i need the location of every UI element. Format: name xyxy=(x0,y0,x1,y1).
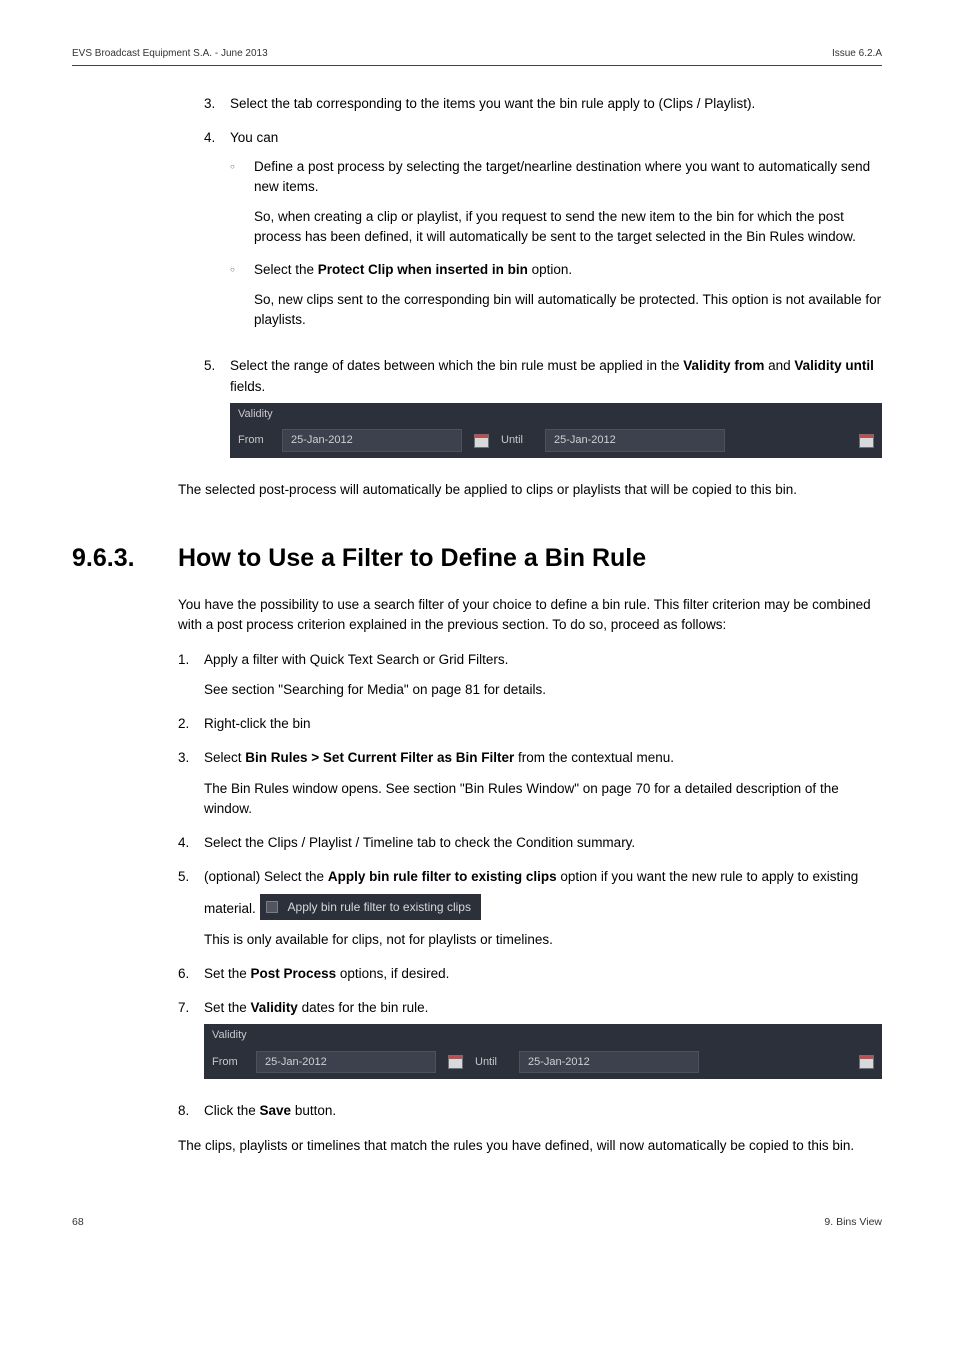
validity-until-label: Until xyxy=(501,432,533,449)
paragraph: The clips, playlists or timelines that m… xyxy=(178,1136,882,1156)
validity-panel: Validity From 25-Jan-2012 Until 25-Jan-2… xyxy=(230,403,882,458)
list-text: Click the Save button. xyxy=(204,1101,882,1121)
validity-from-input[interactable]: 25-Jan-2012 xyxy=(282,429,462,452)
list-number: 8. xyxy=(178,1101,204,1121)
list-text: Select the range of dates between which … xyxy=(230,358,874,393)
list-number: 1. xyxy=(178,650,204,701)
list-number: 7. xyxy=(178,998,204,1087)
calendar-icon[interactable] xyxy=(859,434,874,448)
list-item: 2. Right-click the bin xyxy=(178,714,882,734)
list-item: 3. Select Bin Rules > Set Current Filter… xyxy=(178,748,882,819)
text-bold: Post Process xyxy=(251,966,337,981)
paragraph: The Bin Rules window opens. See section … xyxy=(204,779,882,820)
text-bold: Validity until xyxy=(794,358,874,373)
text-fragment: Set the xyxy=(204,966,251,981)
calendar-icon[interactable] xyxy=(474,434,489,448)
bullet-icon: ○ xyxy=(230,260,254,331)
ordered-list-1: 3. Select the tab corresponding to the i… xyxy=(204,94,882,466)
text-bold: Protect Clip when inserted in bin xyxy=(318,262,528,277)
footer-section: 9. Bins View xyxy=(824,1216,882,1228)
paragraph: So, when creating a clip or playlist, if… xyxy=(254,207,882,248)
section-heading: 9.6.3. How to Use a Filter to Define a B… xyxy=(72,544,882,573)
validity-from-label: From xyxy=(238,432,270,449)
text-bold: Save xyxy=(260,1103,292,1118)
text-bold: Bin Rules > Set Current Filter as Bin Fi… xyxy=(245,750,514,765)
calendar-icon[interactable] xyxy=(859,1055,874,1069)
text-fragment: Click the xyxy=(204,1103,260,1118)
text-fragment: Set the xyxy=(204,1000,251,1015)
list-item: 4. You can ○ Define a post process by se… xyxy=(204,128,882,342)
text-bold: Validity from xyxy=(683,358,764,373)
list-text: Right-click the bin xyxy=(204,714,882,734)
text-fragment: from the contextual menu. xyxy=(514,750,674,765)
list-number: 3. xyxy=(178,748,204,819)
validity-panel: Validity From 25-Jan-2012 Until 25-Jan-2… xyxy=(204,1024,882,1079)
list-number: 3. xyxy=(204,94,230,114)
list-number: 5. xyxy=(204,356,230,466)
calendar-icon[interactable] xyxy=(448,1055,463,1069)
validity-until-input[interactable]: 25-Jan-2012 xyxy=(519,1051,699,1074)
text-fragment: dates for the bin rule. xyxy=(298,1000,429,1015)
list-text: Apply a filter with Quick Text Search or… xyxy=(204,652,508,667)
sublist-item: ○ Define a post process by selecting the… xyxy=(230,157,882,248)
list-item: 1. Apply a filter with Quick Text Search… xyxy=(178,650,882,701)
page-number: 68 xyxy=(72,1216,84,1228)
apply-filter-checkbox-panel: Apply bin rule filter to existing clips xyxy=(260,894,481,920)
header-right: Issue 6.2.A xyxy=(832,48,882,59)
paragraph: See section "Searching for Media" on pag… xyxy=(204,680,882,700)
list-number: 4. xyxy=(178,833,204,853)
list-number: 5. xyxy=(178,867,204,950)
paragraph: So, new clips sent to the corresponding … xyxy=(254,290,882,331)
checkbox[interactable] xyxy=(266,901,278,913)
text-fragment: Select xyxy=(204,750,245,765)
paragraph: You have the possibility to use a search… xyxy=(178,595,882,636)
paragraph: The selected post-process will automatic… xyxy=(178,480,882,500)
sublist-text: Define a post process by selecting the t… xyxy=(254,159,870,194)
page: EVS Broadcast Equipment S.A. - June 2013… xyxy=(0,0,954,1288)
heading-number: 9.6.3. xyxy=(72,544,178,573)
list-number: 6. xyxy=(178,964,204,984)
text-fragment: button. xyxy=(291,1103,336,1118)
text-fragment: option. xyxy=(528,262,572,277)
list-item: 5. Select the range of dates between whi… xyxy=(204,356,882,466)
list-item: 6. Set the Post Process options, if desi… xyxy=(178,964,882,984)
validity-from-input[interactable]: 25-Jan-2012 xyxy=(256,1051,436,1074)
text-fragment: Select the xyxy=(254,262,318,277)
list-text: Set the Validity dates for the bin rule. xyxy=(204,1000,428,1015)
list-item: 7. Set the Validity dates for the bin ru… xyxy=(178,998,882,1087)
page-header: EVS Broadcast Equipment S.A. - June 2013… xyxy=(72,48,882,66)
validity-title: Validity xyxy=(230,403,882,426)
bullet-icon: ○ xyxy=(230,157,254,248)
list-item: 3. Select the tab corresponding to the i… xyxy=(204,94,882,114)
heading-title: How to Use a Filter to Define a Bin Rule xyxy=(178,544,646,573)
text-fragment: Select the range of dates between which … xyxy=(230,358,683,373)
list-item: 5. (optional) Select the Apply bin rule … xyxy=(178,867,882,950)
sublist-text: Select the Protect Clip when inserted in… xyxy=(254,262,572,277)
text-fragment: options, if desired. xyxy=(336,966,449,981)
list-number: 2. xyxy=(178,714,204,734)
section-body: You have the possibility to use a search… xyxy=(178,595,882,1156)
validity-title: Validity xyxy=(204,1024,882,1047)
text-bold: Validity xyxy=(251,1000,298,1015)
text-fragment: fields. xyxy=(230,379,265,394)
text-bold: Apply bin rule filter to existing clips xyxy=(328,869,557,884)
list-text: You can xyxy=(230,130,278,145)
text-fragment: and xyxy=(764,358,794,373)
checkbox-label: Apply bin rule filter to existing clips xyxy=(288,898,471,916)
text-fragment: (optional) Select the xyxy=(204,869,328,884)
sublist-item: ○ Select the Protect Clip when inserted … xyxy=(230,260,882,331)
paragraph: This is only available for clips, not fo… xyxy=(204,930,882,950)
page-footer: 68 9. Bins View xyxy=(72,1216,882,1228)
list-text: Select the Clips / Playlist / Timeline t… xyxy=(204,833,882,853)
list-text: Set the Post Process options, if desired… xyxy=(204,964,882,984)
list-number: 4. xyxy=(204,128,230,342)
list-text: Select Bin Rules > Set Current Filter as… xyxy=(204,750,674,765)
validity-until-label: Until xyxy=(475,1054,507,1071)
list-text: Select the tab corresponding to the item… xyxy=(230,94,882,114)
list-item: 8. Click the Save button. xyxy=(178,1101,882,1121)
validity-from-label: From xyxy=(212,1054,244,1071)
list-item: 4. Select the Clips / Playlist / Timelin… xyxy=(178,833,882,853)
validity-until-input[interactable]: 25-Jan-2012 xyxy=(545,429,725,452)
header-left: EVS Broadcast Equipment S.A. - June 2013 xyxy=(72,48,268,59)
